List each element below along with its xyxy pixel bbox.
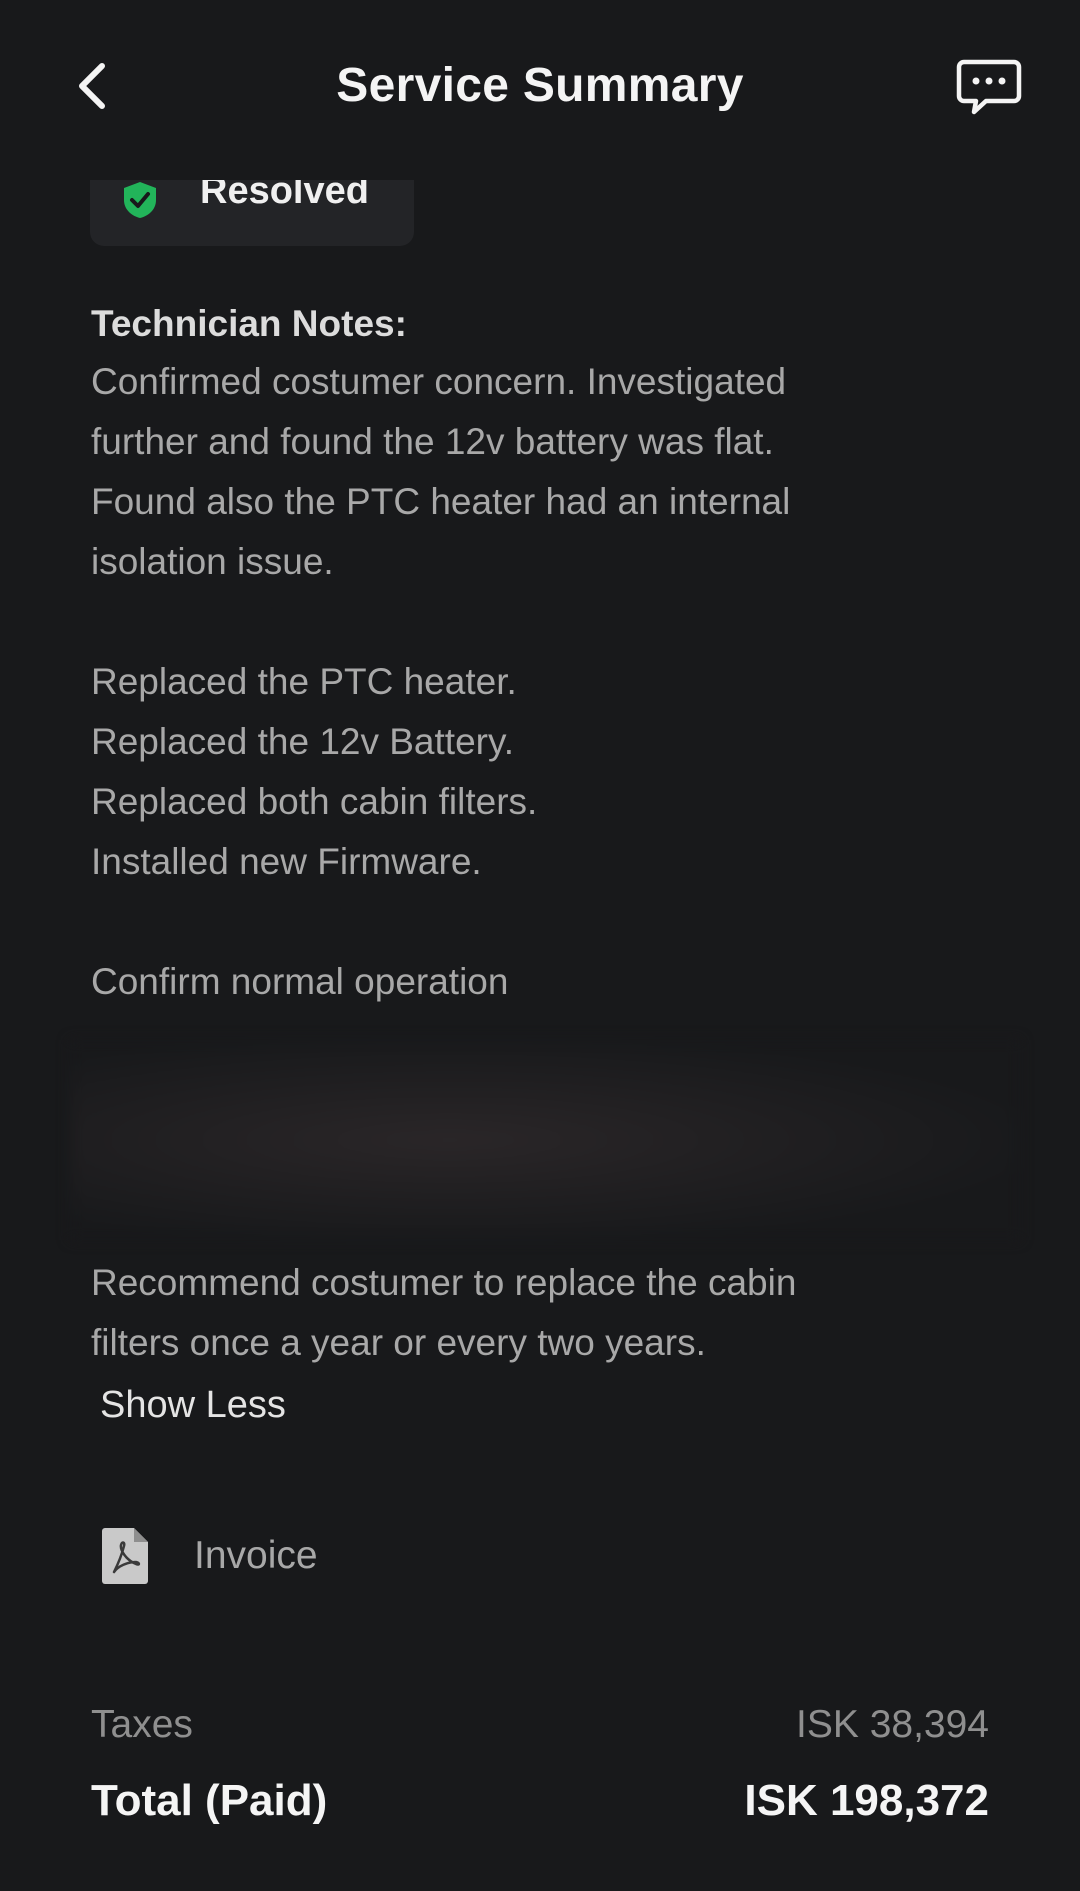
note-line: filters once a year or every two years. — [91, 1322, 706, 1363]
technician-notes: Technician Notes: Confirmed costumer con… — [91, 296, 991, 1012]
note-line: Confirm normal operation — [91, 961, 509, 1002]
invoice-link[interactable]: Invoice — [100, 1520, 600, 1590]
page-title: Service Summary — [336, 59, 744, 112]
note-line: Recommend costumer to replace the cabin — [91, 1262, 797, 1303]
recommendation-notes: Recommend costumer to replace the cabin … — [91, 1253, 991, 1373]
note-line: Found also the PTC heater had an interna… — [91, 481, 791, 522]
total-label: Total (Paid) — [91, 1776, 328, 1825]
taxes-value: ISK 38,394 — [796, 1703, 989, 1746]
check-shield-icon — [124, 182, 156, 218]
total-row: Total (Paid) ISK 198,372 — [91, 1776, 989, 1832]
invoice-label: Invoice — [194, 1534, 318, 1577]
show-less-link[interactable]: Show Less — [100, 1384, 286, 1427]
note-line: further and found the 12v battery was fl… — [91, 421, 774, 462]
top-bar: Service Summary — [0, 0, 1080, 180]
taxes-row: Taxes ISK 38,394 — [91, 1703, 989, 1753]
note-line: Confirmed costumer concern. Investigated — [91, 361, 787, 402]
notes-heading: Technician Notes: — [91, 303, 407, 344]
total-value: ISK 198,372 — [744, 1776, 989, 1825]
note-line: Replaced the 12v Battery. — [91, 721, 515, 762]
note-line: Replaced both cabin filters. — [91, 781, 538, 822]
redacted-content — [70, 1040, 1020, 1240]
note-line: isolation issue. — [91, 541, 334, 582]
note-line: Replaced the PTC heater. — [91, 661, 517, 702]
taxes-label: Taxes — [91, 1703, 193, 1746]
chat-bubble-icon — [956, 59, 1022, 115]
chat-button[interactable] — [956, 58, 1022, 118]
note-line: Installed new Firmware. — [91, 841, 482, 882]
pdf-file-icon — [102, 1528, 148, 1584]
